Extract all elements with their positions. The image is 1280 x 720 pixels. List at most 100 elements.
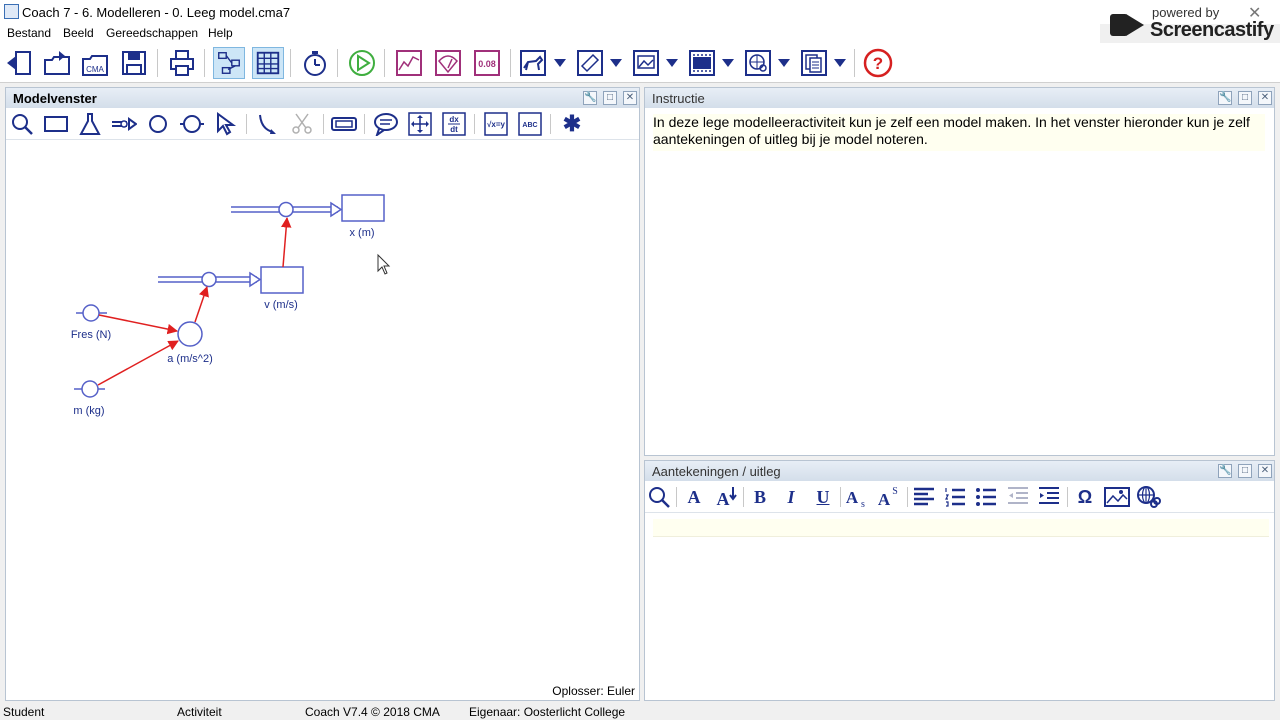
cma-button[interactable]: CMA [79,47,111,79]
insert-image-button[interactable] [1104,484,1130,510]
flask-tool[interactable] [77,111,103,137]
auxiliary-a[interactable] [177,321,203,347]
window-close-button[interactable]: ✕ [1248,3,1261,23]
instructie-float-button[interactable]: □ [1238,91,1252,105]
image-dropdown-icon[interactable] [666,59,678,67]
numbered-list-button[interactable] [942,484,968,510]
model-canvas[interactable]: x (m) v (m/s) a (m/s^2) Fres (N) m (kg) [6,141,639,681]
text-tool[interactable]: ABC [517,111,543,137]
stopwatch-button[interactable] [299,47,331,79]
status-user: Student [3,705,45,719]
font-button[interactable]: A [681,484,707,510]
superscript-button[interactable]: AS [876,484,902,510]
subscript-button[interactable]: As [844,484,870,510]
menu-beeld[interactable]: Beeld [63,26,94,40]
model-toolbar-separator [323,114,324,134]
mouse-cursor-icon [377,253,391,275]
model-window-close-button[interactable]: ✕ [623,91,637,105]
flow-to-v[interactable] [158,271,262,288]
instructie-settings-button[interactable]: 🔧 [1218,91,1232,105]
table-button[interactable] [252,47,284,79]
find-button[interactable] [646,484,672,510]
stock-tool[interactable] [43,111,69,137]
menu-bar: Bestand Beeld Gereedschappen Help [0,24,1100,43]
underline-button[interactable]: U [810,484,836,510]
scissors-tool[interactable] [289,111,315,137]
web-dropdown-icon[interactable] [778,59,790,67]
meter-icon [435,50,461,76]
notes-editor[interactable] [653,519,1269,537]
value-display-button[interactable]: 0.08 [471,47,503,79]
video-button[interactable] [686,47,718,79]
notes-close-button[interactable]: ✕ [1258,464,1272,478]
link-icon [1137,486,1161,508]
run-button[interactable] [346,47,378,79]
help-button[interactable]: ? [862,47,894,79]
formula-tool[interactable]: √x=y [483,111,509,137]
derivative-tool[interactable]: dx dt [441,111,467,137]
find-icon [649,487,670,508]
notes-float-button[interactable]: □ [1238,464,1252,478]
instructie-close-button[interactable]: ✕ [1258,91,1272,105]
formula-icon: √x=y [484,112,508,136]
fit-tool[interactable] [407,111,433,137]
solver-label: Oplosser: Euler [552,684,635,698]
connector-m-to-a[interactable] [97,340,179,386]
save-button[interactable] [118,47,150,79]
notes-dropdown-icon[interactable] [610,59,622,67]
auxiliary-tool[interactable] [145,111,171,137]
image-button[interactable] [630,47,662,79]
model-view-button[interactable] [213,47,245,79]
asterisk-tool[interactable]: ✱ [559,111,585,137]
toolbar-separator [290,49,291,77]
print-button[interactable] [166,47,198,79]
svg-text:CMA: CMA [86,65,104,74]
stock-x[interactable] [341,194,385,222]
notes-settings-button[interactable]: 🔧 [1218,464,1232,478]
indent-button[interactable] [1036,484,1062,510]
stock-v[interactable] [260,266,304,294]
align-button[interactable] [911,484,937,510]
connector-a-to-vflow[interactable] [194,286,209,323]
notes-button[interactable] [574,47,606,79]
flask-icon [79,113,101,135]
coach7-app: Coach 7 - 6. Modelleren - 0. Leeg model.… [0,0,1280,720]
menu-help[interactable]: Help [208,26,233,40]
insert-link-button[interactable] [1135,484,1161,510]
flow-tool[interactable] [111,111,137,137]
text-label-icon: ABC [518,112,542,136]
constant-tool[interactable] [179,111,205,137]
menu-gereedschappen[interactable]: Gereedschappen [106,26,198,40]
comment-tool[interactable] [373,111,399,137]
pointer-tool[interactable] [213,111,239,137]
meter-button[interactable] [432,47,464,79]
graph-button[interactable] [393,47,425,79]
italic-button[interactable]: I [778,484,804,510]
window-title: Coach 7 - 6. Modelleren - 0. Leeg model.… [22,5,291,20]
font-color-button[interactable]: A [713,484,739,510]
text-dropdown-icon[interactable] [834,59,846,67]
notes-toolbar-separator [840,487,841,507]
menu-bestand[interactable]: Bestand [7,26,51,40]
model-window-settings-button[interactable]: 🔧 [583,91,597,105]
zoom-tool[interactable] [9,111,35,137]
export-button[interactable] [41,47,73,79]
text-button[interactable] [798,47,830,79]
symbol-button[interactable]: Ω [1072,484,1098,510]
connector-tool[interactable] [255,111,281,137]
model-window-float-button[interactable]: □ [603,91,617,105]
animation-button[interactable] [517,47,549,79]
open-button[interactable] [3,47,35,79]
condition-tool[interactable] [331,111,357,137]
animation-dropdown-icon[interactable] [554,59,566,67]
connector-v-to-xflow[interactable] [280,216,292,268]
video-dropdown-icon[interactable] [722,59,734,67]
flow-to-x[interactable] [231,201,343,218]
outdent-button[interactable] [1005,484,1031,510]
bold-button[interactable]: B [747,484,773,510]
bullet-list-button[interactable] [973,484,999,510]
constant-fres[interactable] [76,304,107,322]
model-window-title: Modelvenster [6,88,639,108]
web-button[interactable] [742,47,774,79]
table-icon [256,51,280,75]
